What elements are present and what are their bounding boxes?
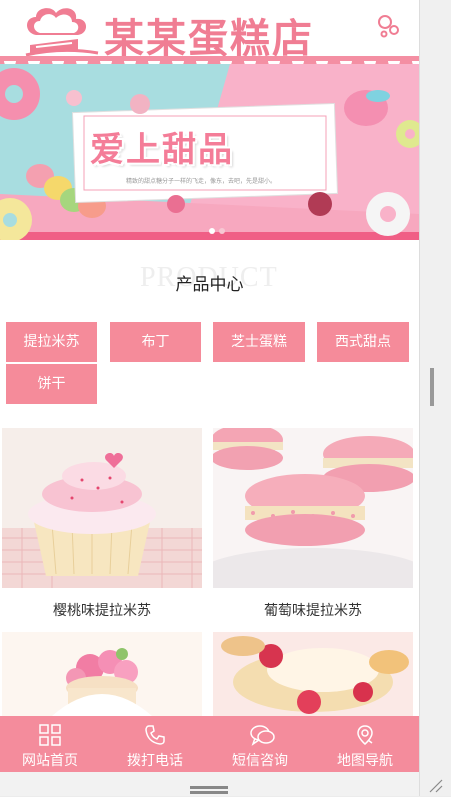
product-name[interactable]: 葡萄味提拉米苏	[213, 600, 413, 620]
nav-call[interactable]: 拨打电话	[105, 716, 205, 772]
settings-bubbles-icon[interactable]	[374, 12, 402, 40]
message-icon	[250, 725, 275, 746]
product-image[interactable]	[213, 632, 413, 716]
category-button-biscuit[interactable]: 饼干	[6, 364, 97, 404]
banner-title: 爱上甜品	[90, 130, 234, 170]
nav-home[interactable]: 网站首页	[0, 716, 100, 772]
category-button-tiramisu[interactable]: 提拉米苏	[6, 322, 97, 362]
chef-hat-cake-icon[interactable]	[22, 5, 112, 61]
hero-banner[interactable]: 爱上甜品 精致的甜点糖分子一样的飞走，像东，去吧，先是甜小。	[0, 64, 419, 240]
product-card[interactable]: 葡萄味提拉米苏	[213, 428, 413, 628]
product-image[interactable]	[2, 632, 202, 716]
home-indicator[interactable]	[190, 786, 228, 789]
nav-label: 拨打电话	[127, 753, 183, 769]
category-button-cheesecake[interactable]: 芝士蛋糕	[213, 322, 305, 362]
product-card[interactable]	[213, 632, 413, 716]
product-name[interactable]: 樱桃味提拉米苏	[2, 600, 202, 620]
product-card[interactable]	[2, 632, 202, 716]
section-title: 产品中心	[175, 275, 244, 295]
nav-label: 地图导航	[337, 753, 393, 769]
resize-handle[interactable]	[430, 368, 434, 406]
grid-icon	[39, 724, 61, 746]
home-indicator-line	[190, 791, 228, 794]
resize-grip-icon[interactable]	[426, 778, 444, 793]
bottom-nav-bar: 网站首页 拨打电话 短信咨询 地图导航	[0, 716, 419, 772]
nav-label: 短信咨询	[232, 753, 288, 769]
phone-screen: 某某蛋糕店 爱上甜品 精致的甜点糖分子一样的飞走，像东，去吧，先是甜小。 PRO…	[0, 0, 419, 796]
nav-label: 网站首页	[22, 753, 78, 769]
category-button-western-dessert[interactable]: 西式甜点	[317, 322, 409, 362]
product-image[interactable]	[213, 428, 413, 588]
map-pin-icon	[357, 725, 373, 745]
product-image[interactable]	[2, 428, 202, 588]
banner-subtitle: 精致的甜点糖分子一样的飞走，像东，去吧，先是甜小。	[126, 178, 277, 185]
system-footer	[0, 772, 419, 796]
category-button-pudding[interactable]: 布丁	[110, 322, 201, 362]
phone-icon	[145, 725, 165, 745]
nav-sms[interactable]: 短信咨询	[210, 716, 310, 772]
product-card[interactable]: 樱桃味提拉米苏	[2, 428, 202, 628]
window-side-panel	[419, 0, 451, 796]
nav-map[interactable]: 地图导航	[315, 716, 415, 772]
site-header: 某某蛋糕店	[0, 0, 419, 67]
